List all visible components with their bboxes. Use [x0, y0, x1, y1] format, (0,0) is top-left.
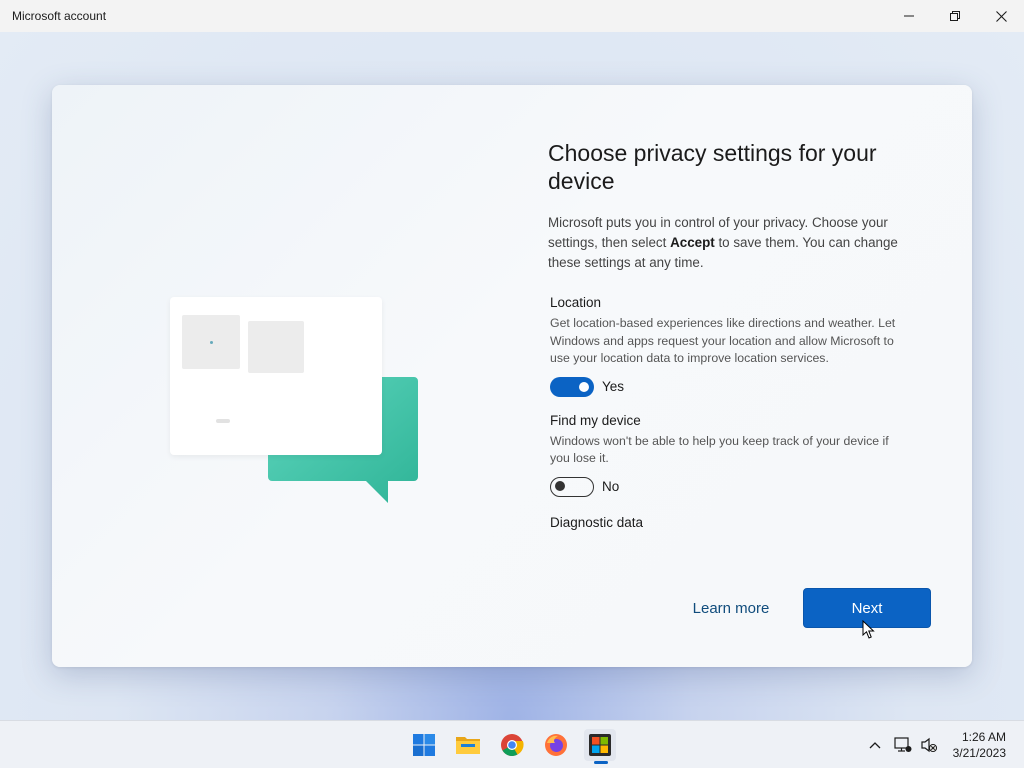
network-status[interactable] [893, 735, 913, 755]
taskbar-file-explorer[interactable] [452, 729, 484, 761]
file-explorer-icon [456, 737, 480, 754]
location-section: Location Get location-based experiences … [550, 295, 910, 397]
network-icon [894, 737, 912, 752]
find-my-device-section: Find my device Windows won't be able to … [550, 413, 910, 497]
show-hidden-icons-button[interactable] [865, 735, 885, 755]
privacy-illustration [170, 297, 420, 507]
find-my-device-title: Find my device [550, 412, 641, 428]
restore-button[interactable] [932, 0, 978, 32]
window-title: Microsoft account [12, 9, 107, 23]
intro-text: Microsoft puts you in control of your pr… [548, 215, 898, 270]
restore-icon [950, 11, 960, 21]
taskbar-firefox[interactable] [540, 729, 572, 761]
volume-status[interactable] [919, 735, 939, 755]
location-toggle-label: Yes [602, 379, 625, 394]
chrome-icon [501, 734, 524, 756]
privacy-settings-card: Choose privacy settings for your device … [52, 85, 972, 667]
taskbar: 1:26 AM 3/21/2023 [0, 720, 1024, 768]
start-button[interactable] [408, 729, 440, 761]
start-icon [413, 734, 435, 756]
find-my-device-description: Windows won't be able to help you keep t… [550, 433, 889, 466]
page-title: Choose privacy settings for your device [548, 140, 877, 194]
location-description: Get location-based experiences like dire… [550, 316, 896, 365]
image-placeholder [182, 315, 240, 369]
image-placeholder [248, 321, 304, 373]
close-button[interactable] [978, 0, 1024, 32]
location-title: Location [550, 295, 602, 310]
chevron-up-icon [869, 742, 881, 749]
volume-muted-icon [921, 737, 938, 753]
mouse-cursor-icon [862, 620, 875, 639]
text-placeholder [216, 419, 230, 423]
location-toggle[interactable] [550, 376, 594, 397]
document-card [170, 297, 382, 455]
minimize-button[interactable] [886, 0, 932, 32]
active-app-indicator [594, 761, 608, 764]
firefox-icon [545, 734, 567, 756]
clock-date: 3/21/2023 [952, 746, 1006, 760]
content-header: Choose privacy settings for your device … [548, 139, 928, 273]
minimize-icon [904, 15, 914, 17]
diagnostic-data-title: Diagnostic data [550, 514, 644, 530]
diagnostic-data-section: Diagnostic data [550, 515, 910, 530]
taskbar-clock[interactable]: 1:26 AM 3/21/2023 [953, 729, 1006, 761]
close-icon [995, 10, 1007, 22]
find-my-device-toggle-label: No [602, 479, 620, 494]
title-bar: Microsoft account [0, 0, 1024, 32]
clock-time: 1:26 AM [961, 730, 1006, 744]
taskbar-chrome[interactable] [496, 729, 528, 761]
find-my-device-toggle[interactable] [550, 476, 594, 497]
taskbar-microsoft-store[interactable] [584, 729, 616, 761]
settings-list[interactable]: Location Get location-based experiences … [550, 295, 910, 530]
learn-more-button[interactable]: Learn more [680, 588, 782, 628]
microsoft-store-icon [589, 734, 611, 756]
